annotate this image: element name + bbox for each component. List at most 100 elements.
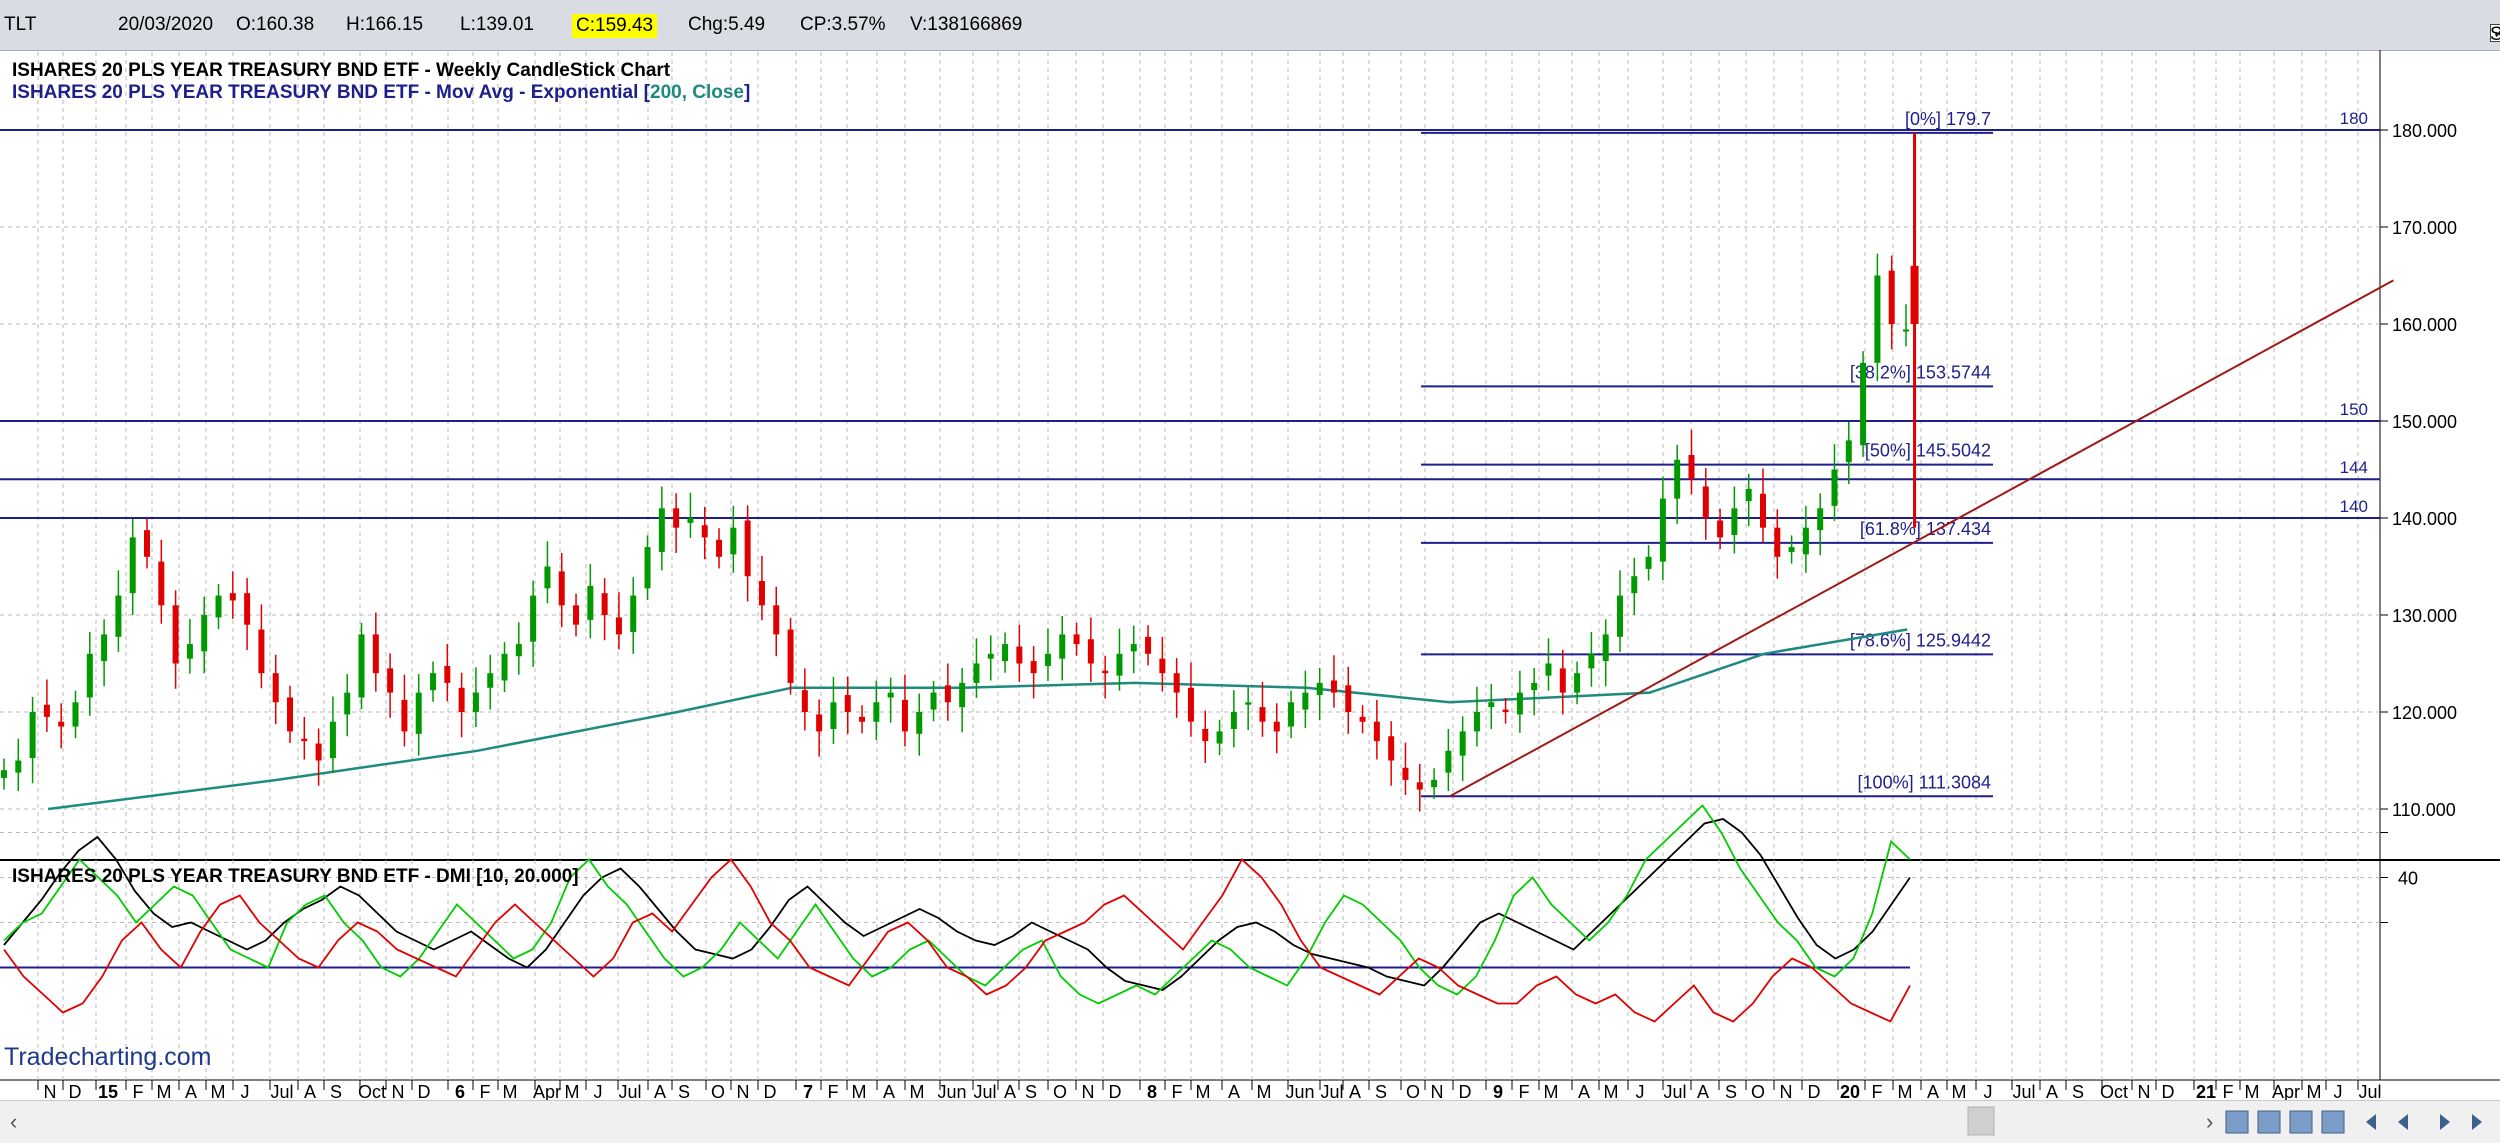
x-tick-label: S bbox=[678, 1082, 690, 1102]
candle-up bbox=[530, 595, 537, 642]
ema-subtitle-suffix: ] bbox=[744, 82, 750, 103]
chart-area: 180 150 144 140 [0%] 179.7 [38.2%] 153.5744 [5… bbox=[0, 50, 2500, 1102]
x-tick-label: M bbox=[1257, 1082, 1272, 1102]
x-tick-label: 21 bbox=[2196, 1082, 2216, 1102]
x-tick-label: N bbox=[1431, 1082, 1444, 1102]
candle-down bbox=[1416, 782, 1423, 790]
candle-up bbox=[1903, 329, 1909, 332]
candle-up bbox=[15, 760, 22, 773]
candle-up bbox=[415, 692, 422, 734]
nav-first-icon[interactable] bbox=[2366, 1114, 2376, 1130]
candle-down bbox=[1717, 520, 1724, 538]
change-pct-label: CP:3.57% bbox=[800, 14, 886, 35]
nav-prev-icon[interactable] bbox=[2398, 1114, 2408, 1130]
candle-down bbox=[1030, 661, 1037, 674]
candle-up bbox=[544, 566, 551, 589]
candle-up bbox=[987, 653, 994, 659]
candle-down bbox=[615, 617, 622, 635]
low-label: L:139.01 bbox=[460, 14, 534, 35]
tool-icon-2[interactable] bbox=[2257, 1110, 2281, 1134]
candle-up bbox=[1788, 547, 1795, 552]
candle-down bbox=[901, 699, 908, 732]
x-tick-label: M bbox=[910, 1082, 925, 1102]
x-tick-label: A bbox=[1578, 1082, 1590, 1102]
candle-down bbox=[1759, 493, 1766, 528]
scroll-left-icon[interactable]: ‹ bbox=[10, 1109, 17, 1134]
x-tick-label: M bbox=[503, 1082, 518, 1102]
candle-down bbox=[859, 716, 866, 722]
x-tick-label: O bbox=[1053, 1082, 1067, 1102]
candle-down bbox=[387, 668, 394, 693]
x-tick-label: F bbox=[1519, 1082, 1530, 1102]
candle-up bbox=[1288, 702, 1295, 727]
x-tick-label: A bbox=[1349, 1082, 1361, 1102]
x-tick-label: Jul bbox=[1320, 1082, 1343, 1102]
candle-up bbox=[186, 644, 193, 659]
x-tick-label: D bbox=[2162, 1082, 2175, 1102]
candle-up bbox=[430, 673, 437, 691]
candle-down bbox=[787, 629, 794, 683]
x-tick-label: N bbox=[737, 1082, 750, 1102]
tool-icon-4[interactable] bbox=[2321, 1110, 2345, 1134]
candle-down bbox=[1202, 728, 1209, 742]
x-tick-label: Oct bbox=[358, 1082, 386, 1102]
candle-down bbox=[58, 721, 65, 727]
horizontal-scrollbar[interactable]: ‹ › bbox=[0, 1100, 2500, 1143]
candle-up bbox=[587, 585, 594, 620]
nav-last-icon[interactable] bbox=[2472, 1114, 2482, 1130]
fib-level-label: [38.2%] 153.5744 bbox=[1850, 362, 1991, 382]
scroll-right-icon[interactable]: › bbox=[2206, 1109, 2213, 1134]
price-panel: 180 150 144 140 [0%] 179.7 [38.2%] 153.5744 [5… bbox=[0, 109, 2394, 812]
level-label: 150 bbox=[2340, 400, 2368, 419]
candle-down bbox=[272, 673, 279, 703]
candle-up bbox=[72, 702, 79, 727]
candle-down bbox=[172, 605, 179, 664]
candle-down bbox=[1087, 639, 1094, 664]
x-tick-label: A bbox=[304, 1082, 316, 1102]
x-tick-label: M bbox=[2307, 1082, 2322, 1102]
x-tick-label: S bbox=[2072, 1082, 2084, 1102]
x-tick-label: Oct bbox=[2100, 1082, 2128, 1102]
nav-next-icon[interactable] bbox=[2440, 1114, 2450, 1130]
nav-arrows-icon[interactable] bbox=[2366, 1114, 2482, 1130]
x-tick-label: Jul bbox=[1663, 1082, 1686, 1102]
toolbar-icons[interactable] bbox=[2225, 1110, 2345, 1134]
x-tick-label: F bbox=[1172, 1082, 1183, 1102]
candle-up bbox=[1674, 459, 1681, 499]
candle-up bbox=[501, 653, 508, 681]
x-tick-label: A bbox=[1697, 1082, 1709, 1102]
candle-down bbox=[1502, 709, 1509, 712]
candle-up bbox=[1588, 653, 1595, 669]
candle-down bbox=[758, 581, 765, 606]
candle-up bbox=[1445, 750, 1452, 773]
x-tick-label: Jul bbox=[973, 1082, 996, 1102]
ema-subtitle-prefix: ISHARES 20 PLS YEAR TREASURY BND ETF - M… bbox=[12, 82, 651, 103]
tool-icon-1[interactable] bbox=[2225, 1110, 2249, 1134]
candle-down bbox=[1774, 527, 1781, 557]
tool-icon-3[interactable] bbox=[2289, 1110, 2313, 1134]
candle-up bbox=[730, 527, 737, 555]
x-tick-label: J bbox=[1984, 1082, 1993, 1102]
x-tick-label: M bbox=[1196, 1082, 1211, 1102]
candle-down bbox=[716, 539, 723, 557]
y-tick-label: 150.000 bbox=[2392, 412, 2457, 432]
candle-up bbox=[1, 770, 7, 778]
candle-down bbox=[573, 605, 580, 625]
x-tick-label: O bbox=[711, 1082, 725, 1102]
candle-down bbox=[1259, 707, 1266, 722]
candle-up bbox=[1431, 779, 1438, 788]
candle-down bbox=[1910, 265, 1919, 324]
fib-level-label: [100%] 111.3084 bbox=[1858, 772, 1991, 792]
scroll-thumb[interactable] bbox=[1967, 1106, 1995, 1136]
candle-down bbox=[1159, 658, 1166, 674]
x-tick-label: Jul bbox=[618, 1082, 641, 1102]
candle-up bbox=[29, 712, 36, 759]
high-label: H:166.15 bbox=[346, 14, 424, 35]
level-label: 180 bbox=[2340, 109, 2368, 128]
x-tick-label: D bbox=[1459, 1082, 1472, 1102]
candle-down bbox=[1373, 721, 1380, 742]
candle-down bbox=[315, 743, 322, 761]
x-tick-label: M bbox=[1898, 1082, 1913, 1102]
volume-label: V:138166869 bbox=[910, 14, 1023, 35]
level-label: 140 bbox=[2340, 497, 2368, 516]
